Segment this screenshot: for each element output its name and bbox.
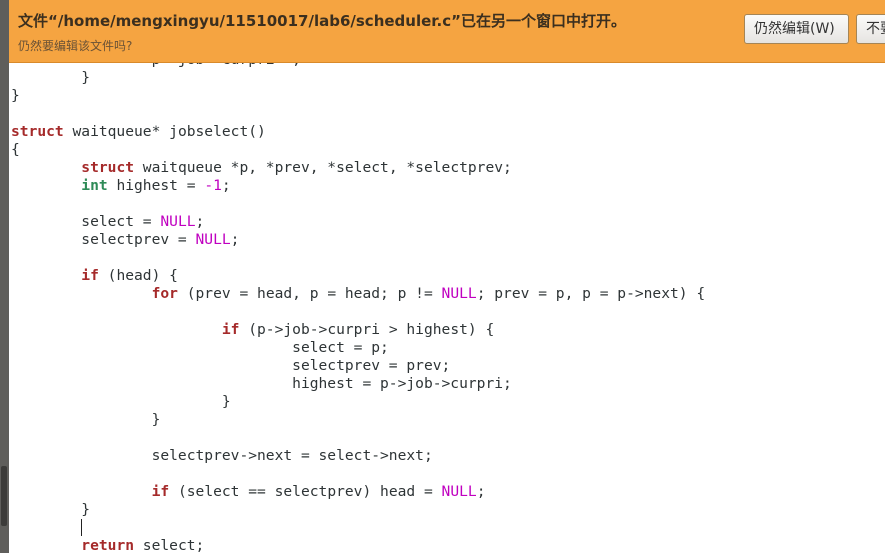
code-line <box>11 519 705 537</box>
code-text-area[interactable]: p->job->curpri++; }}struct waitqueue* jo… <box>11 51 705 553</box>
code-token: waitqueue* jobselect() <box>63 123 266 140</box>
code-token-const: NULL <box>441 285 477 302</box>
code-line: if (p->job->curpri > highest) { <box>11 321 705 339</box>
code-token: select; <box>134 537 205 553</box>
code-line: struct waitqueue* jobselect() <box>11 123 705 141</box>
code-token: (head) { <box>98 267 178 284</box>
code-token-kw: return <box>81 537 135 553</box>
code-token: } <box>11 87 20 104</box>
code-line: struct waitqueue *p, *prev, *select, *se… <box>11 159 705 177</box>
code-line: select = NULL; <box>11 213 705 231</box>
code-token-const: NULL <box>160 213 196 230</box>
code-line: selectprev->next = select->next; <box>11 447 705 465</box>
code-token: (prev = head, p = head; p != <box>177 285 442 302</box>
code-token: waitqueue *p, *prev, *select, *selectpre… <box>134 159 512 176</box>
scrollbar-thumb[interactable] <box>1 466 7 526</box>
code-line: if (select == selectprev) head = NULL; <box>11 483 705 501</box>
code-line: if (head) { <box>11 267 705 285</box>
text-cursor <box>81 519 83 536</box>
code-token: selectprev = <box>11 231 196 248</box>
code-editor[interactable]: p->job->curpri++; }}struct waitqueue* jo… <box>9 0 885 553</box>
code-line: } <box>11 69 705 87</box>
code-token: selectprev = prev; <box>11 357 451 374</box>
code-line: selectprev = NULL; <box>11 231 705 249</box>
warning-subtitle: 仍然要编辑该文件吗? <box>18 39 133 53</box>
warning-title: 文件“/home/mengxingyu/11510017/lab6/schedu… <box>18 12 626 30</box>
code-token: ; prev = p, p = p->next) { <box>476 285 706 302</box>
code-token: { <box>11 141 20 158</box>
code-line: select = p; <box>11 339 705 357</box>
code-token: select = p; <box>11 339 389 356</box>
code-token: (select == selectprev) head = <box>169 483 442 500</box>
code-token: ; <box>221 177 231 194</box>
code-line: selectprev = prev; <box>11 357 705 375</box>
code-token-const: NULL <box>441 483 477 500</box>
code-token: highest = <box>107 177 205 194</box>
code-token: ; <box>476 483 486 500</box>
code-token-kw: struct <box>11 123 64 140</box>
code-line: for (prev = head, p = head; p != NULL; p… <box>11 285 706 303</box>
code-token: } <box>11 393 231 410</box>
code-token-kw: if <box>81 267 99 284</box>
code-token: } <box>11 501 91 518</box>
code-token-kw: if <box>221 321 240 338</box>
code-token: highest = p->job->curpri; <box>11 375 512 392</box>
left-panel-edge <box>0 0 9 553</box>
code-line: { <box>11 141 705 159</box>
code-token: select = <box>11 213 161 230</box>
code-line: } <box>11 411 705 429</box>
code-line: } <box>11 393 705 411</box>
edit-anyway-button[interactable]: 仍然编辑(W) <box>744 14 849 44</box>
code-line: } <box>11 501 705 519</box>
code-line: } <box>11 87 705 105</box>
file-open-warning-bar: 文件“/home/mengxingyu/11510017/lab6/schedu… <box>9 0 885 63</box>
code-line: highest = p->job->curpri; <box>11 375 705 393</box>
code-token: } <box>11 69 91 86</box>
code-token-kw: for <box>151 285 178 302</box>
code-token: (p->job->curpri > highest) { <box>239 321 495 338</box>
code-token: } <box>11 411 161 428</box>
code-line: int highest = -1; <box>11 177 705 195</box>
code-token-num: -1 <box>204 177 222 194</box>
code-token-type: int <box>81 177 108 194</box>
code-token-kw: struct <box>81 159 135 176</box>
dont-edit-button[interactable]: 不要 <box>856 14 885 44</box>
code-token: selectprev->next = select->next; <box>11 447 433 464</box>
code-token-kw: if <box>151 483 170 500</box>
code-token: ; <box>195 213 205 230</box>
code-token: ; <box>230 231 240 248</box>
code-token-const: NULL <box>195 231 231 248</box>
code-line: return select; <box>11 537 705 553</box>
